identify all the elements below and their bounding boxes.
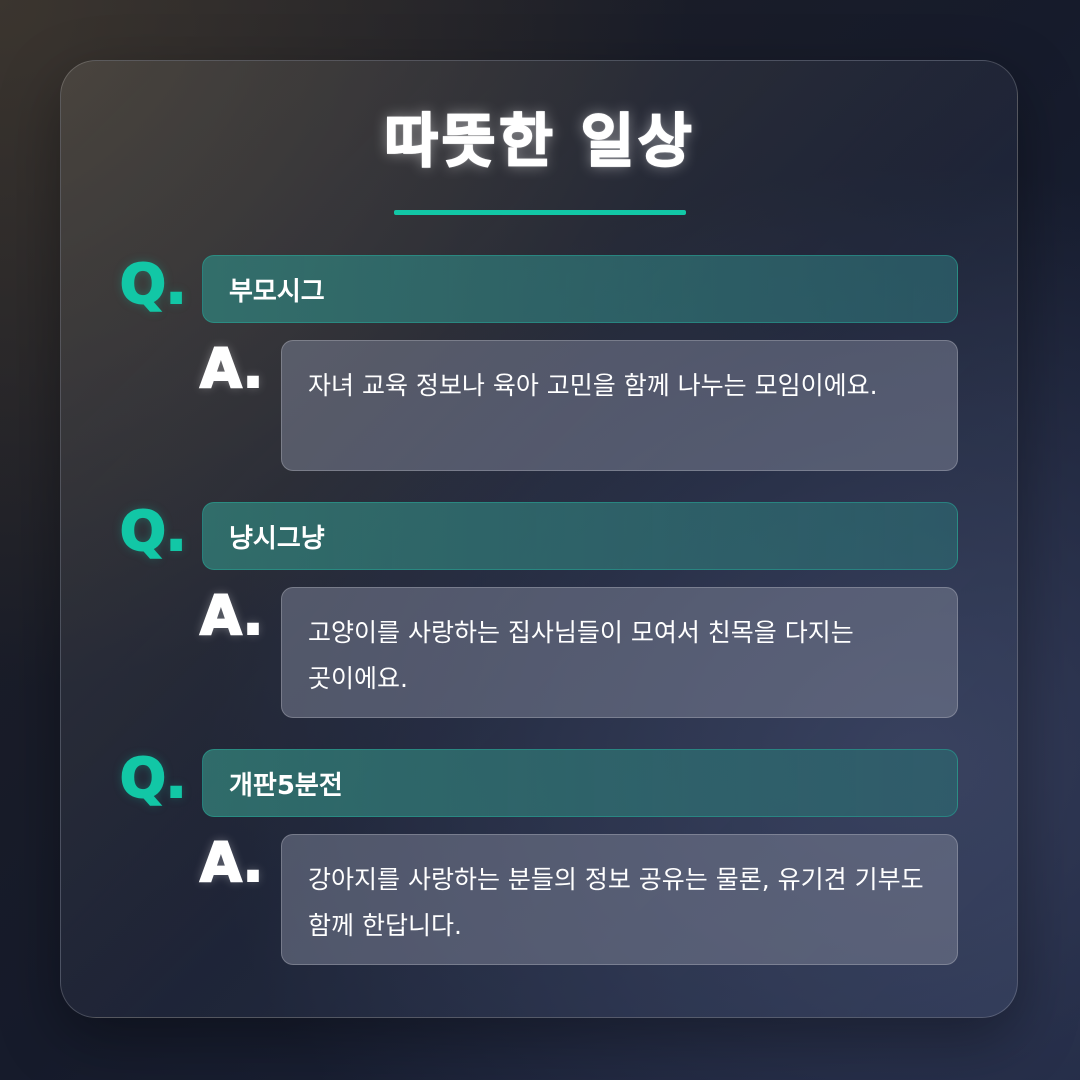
answer-marker: A.	[199, 337, 264, 400]
answer-text: 고양이를 사랑하는 집사님들이 모여서 친목을 다지는 곳이에요.	[308, 618, 854, 693]
question-text: 부모시그	[229, 276, 325, 307]
answer-marker: A.	[199, 584, 264, 647]
answer-marker: A.	[199, 831, 264, 894]
question-box: 냥시그냥	[202, 502, 958, 570]
question-text: 개판5분전	[229, 770, 343, 801]
question-marker: Q.	[119, 253, 187, 316]
answer-text: 강아지를 사랑하는 분들의 정보 공유는 물론, 유기견 기부도 함께 한답니다…	[308, 865, 924, 940]
question-marker: Q.	[119, 500, 187, 563]
answer-box: 자녀 교육 정보나 육아 고민을 함께 나누는 모임이에요.	[281, 340, 958, 471]
answer-box: 강아지를 사랑하는 분들의 정보 공유는 물론, 유기견 기부도 함께 한답니다…	[281, 834, 958, 965]
question-marker: Q.	[119, 747, 187, 810]
question-box: 부모시그	[202, 255, 958, 323]
answer-text: 자녀 교육 정보나 육아 고민을 함께 나누는 모임이에요.	[308, 371, 878, 400]
question-box: 개판5분전	[202, 749, 958, 817]
page-title: 따뜻한 일상	[384, 107, 696, 175]
answer-box: 고양이를 사랑하는 집사님들이 모여서 친목을 다지는 곳이에요.	[281, 587, 958, 718]
title-underline	[394, 210, 686, 215]
question-text: 냥시그냥	[229, 523, 325, 554]
